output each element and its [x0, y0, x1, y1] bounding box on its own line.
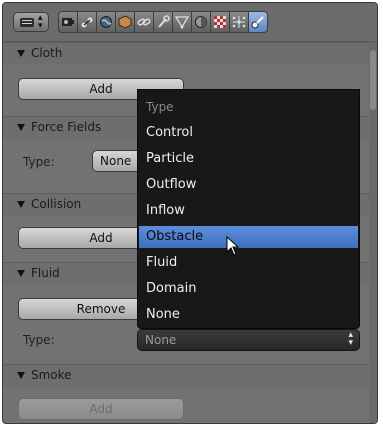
tab-object[interactable] [115, 11, 135, 33]
menu-item-fluid[interactable]: Fluid [139, 252, 358, 274]
fluid-type-label: Type: [23, 333, 55, 347]
scrollbar[interactable] [369, 42, 377, 423]
panel-header-smoke[interactable]: Smoke [3, 364, 369, 387]
tab-physics[interactable] [248, 11, 268, 33]
chevron-updown-icon: ▴ ▾ [38, 13, 43, 31]
world-icon [100, 16, 112, 28]
tab-texture[interactable] [210, 11, 230, 33]
editor-type-button[interactable]: ▴ ▾ [13, 12, 49, 32]
panel-expand-icon [17, 201, 25, 208]
tab-modifiers[interactable] [153, 11, 173, 33]
tab-world[interactable] [96, 11, 116, 33]
material-icon [195, 16, 207, 28]
menu-item-control[interactable]: Control [139, 122, 358, 144]
panel-title: Fluid [31, 266, 60, 280]
panel-expand-icon [17, 372, 25, 379]
tab-constraints[interactable] [134, 11, 154, 33]
scene-icon [81, 17, 93, 28]
menu-item-inflow[interactable]: Inflow [139, 200, 358, 222]
menu-item-particle[interactable]: Particle [139, 148, 358, 170]
tab-particles[interactable] [229, 11, 249, 33]
context-tabs [58, 11, 365, 33]
wrench-icon [158, 15, 170, 28]
mouse-cursor-icon [226, 236, 240, 256]
menu-heading: Type [146, 100, 174, 114]
scrollbar-thumb[interactable] [370, 50, 376, 110]
force-fields-type-label: Type: [23, 155, 55, 169]
fluid-type-select[interactable]: None ▴ ▾ [137, 329, 360, 351]
tab-material[interactable] [191, 11, 211, 33]
panel-title: Force Fields [31, 120, 102, 134]
fluid-type-menu: Type Control Particle Outflow Inflow Obs… [137, 89, 360, 329]
panel-title: Collision [31, 197, 82, 211]
panel-expand-icon [17, 50, 25, 57]
properties-header: ▴ ▾ [3, 3, 377, 42]
tab-scene[interactable] [77, 11, 97, 33]
properties-editor: ▴ ▾ Cloth Add Force Fields Type: None Co… [2, 2, 378, 424]
panel-expand-icon [17, 270, 25, 277]
tab-render[interactable] [58, 11, 78, 33]
constraints-icon [137, 18, 151, 26]
fluid-type-value: None [145, 333, 177, 347]
menu-item-obstacle[interactable]: Obstacle [139, 226, 358, 248]
particles-icon [232, 16, 246, 28]
texture-icon [214, 16, 226, 28]
menu-item-outflow[interactable]: Outflow [139, 174, 358, 196]
tab-data[interactable] [172, 11, 192, 33]
panel-expand-icon [17, 124, 25, 131]
smoke-add-button[interactable]: Add [18, 398, 184, 420]
menu-item-none[interactable]: None [139, 304, 358, 326]
panel-title: Cloth [31, 46, 63, 60]
data-icon [175, 16, 189, 29]
chevron-updown-icon: ▴ ▾ [348, 330, 353, 348]
physics-icon [251, 16, 264, 29]
menu-item-domain[interactable]: Domain [139, 278, 358, 300]
panel-title: Smoke [31, 368, 72, 382]
panel-header-cloth[interactable]: Cloth [3, 42, 369, 65]
render-icon [62, 18, 74, 26]
properties-editor-icon [20, 18, 34, 27]
object-icon [118, 15, 132, 29]
